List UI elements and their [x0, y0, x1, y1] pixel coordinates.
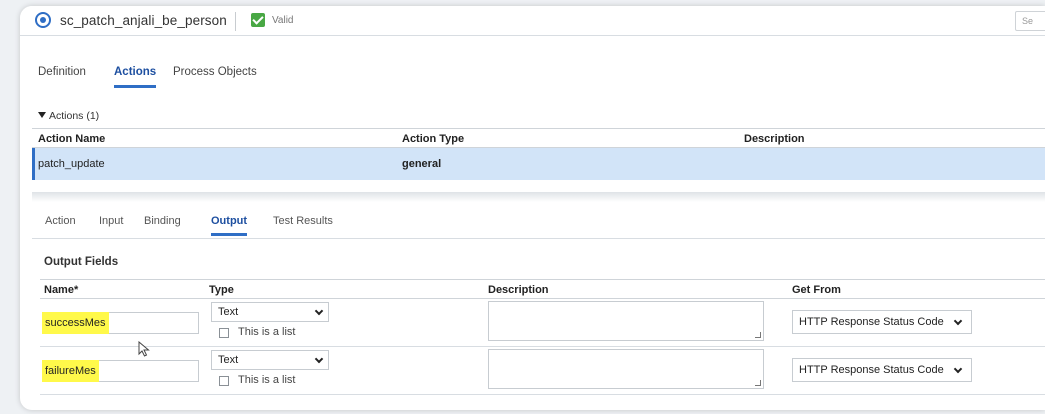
field-name-value: successMes	[42, 312, 109, 334]
is-list-label: This is a list	[238, 374, 296, 386]
output-fields-header: Name* Type Description Get From	[40, 279, 1045, 299]
col-name: Name*	[44, 284, 79, 296]
action-type-cell: general	[402, 158, 442, 170]
get-from-select[interactable]: HTTP Response Status Code	[792, 310, 972, 334]
chevron-down-icon	[314, 354, 324, 364]
tab-binding[interactable]: Binding	[144, 215, 181, 227]
tab-output[interactable]: Output	[211, 215, 248, 236]
actions-section-label: Actions (1)	[49, 110, 100, 122]
top-bar: sc_patch_anjali_be_person Valid Se	[20, 6, 1045, 36]
chevron-down-icon	[314, 306, 324, 316]
panel-divider	[32, 192, 1045, 202]
output-fields-title: Output Fields	[44, 256, 119, 268]
get-from-value: HTTP Response Status Code	[799, 316, 944, 328]
process-name: sc_patch_anjali_be_person	[60, 13, 227, 28]
divider	[32, 238, 1045, 239]
process-icon	[35, 12, 51, 28]
col-description: Description	[488, 284, 549, 296]
is-list-checkbox[interactable]	[219, 328, 229, 338]
type-select[interactable]: Text	[211, 302, 329, 322]
output-fields-table: Name* Type Description Get From successM…	[40, 279, 1045, 395]
table-row[interactable]: patch_update general	[32, 148, 1045, 180]
tab-test-results[interactable]: Test Results	[273, 215, 333, 227]
tab-process-objects[interactable]: Process Objects	[173, 66, 257, 78]
valid-status: Valid	[272, 15, 294, 26]
col-action-name: Action Name	[38, 133, 106, 145]
chevron-down-icon	[953, 364, 963, 374]
tab-input[interactable]: Input	[99, 215, 123, 227]
type-select[interactable]: Text	[211, 350, 329, 370]
col-type: Type	[209, 284, 234, 296]
tab-definition[interactable]: Definition	[38, 66, 86, 78]
actions-table: Action Name Action Type Description patc…	[32, 128, 1045, 180]
description-textarea[interactable]	[488, 349, 764, 389]
valid-check-icon	[251, 13, 265, 27]
col-description: Description	[744, 133, 805, 145]
type-select-value: Text	[218, 354, 239, 366]
table-row: failureMes Text This is a list HTTP Resp…	[40, 347, 1045, 395]
type-select-value: Text	[218, 306, 239, 318]
mouse-cursor-icon	[138, 341, 150, 357]
collapse-triangle-icon	[38, 112, 46, 118]
col-get-from: Get From	[792, 284, 841, 296]
field-name-value: failureMes	[42, 360, 99, 382]
get-from-value: HTTP Response Status Code	[799, 364, 944, 376]
table-row: successMes Text This is a list HTTP Resp…	[40, 299, 1045, 347]
process-designer-window: sc_patch_anjali_be_person Valid Se Defin…	[20, 6, 1045, 410]
get-from-select[interactable]: HTTP Response Status Code	[792, 358, 972, 382]
search-input[interactable]: Se	[1015, 11, 1045, 31]
description-textarea[interactable]	[488, 301, 764, 341]
tab-action[interactable]: Action	[45, 215, 76, 227]
is-list-label: This is a list	[238, 326, 296, 338]
col-action-type: Action Type	[402, 133, 465, 145]
action-name-cell: patch_update	[38, 158, 105, 170]
chevron-down-icon	[953, 316, 963, 326]
tab-actions[interactable]: Actions	[114, 66, 157, 88]
actions-table-header: Action Name Action Type Description	[32, 128, 1045, 148]
divider	[235, 12, 236, 31]
actions-section-toggle[interactable]: Actions (1)	[38, 110, 99, 122]
is-list-checkbox[interactable]	[219, 376, 229, 386]
